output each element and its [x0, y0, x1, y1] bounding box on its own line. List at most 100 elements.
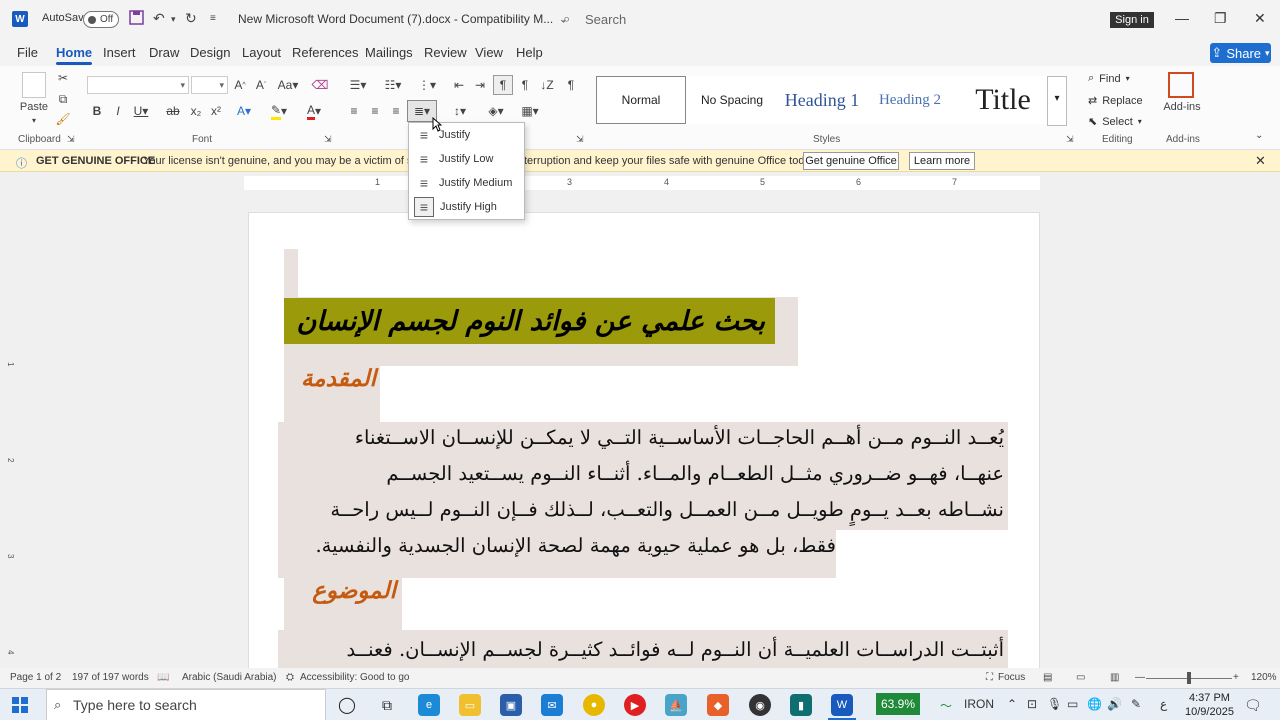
tab-insert[interactable]: Insert: [103, 45, 136, 60]
style-normal[interactable]: Normal: [596, 76, 686, 124]
word-count[interactable]: 197 of 197 words: [72, 672, 149, 683]
taskbar-search-input[interactable]: ⌕ Type here to search: [46, 689, 326, 720]
grow-font-icon[interactable]: A ^: [232, 76, 248, 94]
microphone-icon[interactable]: 🎙: [1047, 697, 1062, 711]
superscript-icon[interactable]: x²: [208, 102, 224, 120]
redo-icon[interactable]: ↻: [185, 10, 197, 27]
print-layout-icon[interactable]: ▭: [1076, 672, 1085, 683]
cortana-icon[interactable]: ◯: [336, 694, 358, 716]
line-spacing-icon[interactable]: ↕▾: [446, 102, 474, 120]
menu-item-justify-high[interactable]: ≡ Justify High: [409, 195, 526, 219]
paste-icon[interactable]: [22, 72, 46, 98]
learn-more-button[interactable]: Learn more: [909, 152, 975, 170]
style-title[interactable]: Title: [958, 76, 1048, 124]
youtube-icon[interactable]: ▶: [624, 694, 646, 716]
bold-icon[interactable]: B: [90, 102, 104, 120]
customize-qat-icon[interactable]: ≡: [210, 13, 216, 24]
app-icon[interactable]: ⛵: [665, 694, 687, 716]
tab-design[interactable]: Design: [190, 45, 230, 60]
store-icon[interactable]: ▣: [500, 694, 522, 716]
collapse-ribbon-icon[interactable]: ⌄: [1255, 130, 1263, 141]
font-launcher-icon[interactable]: ⇲: [324, 134, 332, 145]
underline-icon[interactable]: U▾: [131, 102, 151, 120]
ltr-direction-icon[interactable]: ¶: [516, 76, 534, 94]
find-button[interactable]: ⌕ Find ▾: [1088, 72, 1130, 85]
search-input[interactable]: ⌕ Search: [555, 5, 858, 33]
menu-item-justify-medium[interactable]: ≡ Justify Medium: [409, 171, 526, 195]
autosave-toggle[interactable]: Off: [83, 11, 119, 28]
intro-line[interactable]: عنهــا، فهــو ضــروري مثــل الطعــام وال…: [284, 456, 1004, 492]
save-icon[interactable]: [129, 10, 144, 25]
file-explorer-icon[interactable]: ▭: [459, 694, 481, 716]
notifications-icon[interactable]: 🗨: [1244, 697, 1262, 714]
align-left-icon[interactable]: ≡: [345, 102, 363, 120]
vertical-ruler[interactable]: 1 2 3 4: [5, 194, 15, 664]
copy-icon[interactable]: ⧉: [55, 91, 71, 107]
share-button[interactable]: ⇪ Share ▾: [1210, 43, 1271, 63]
decrease-indent-icon[interactable]: ⇤: [450, 76, 468, 94]
zoom-slider-thumb[interactable]: [1187, 672, 1191, 684]
select-button[interactable]: ⬉ Select ▾: [1088, 115, 1142, 129]
intro-line[interactable]: فقط، بل هو عملية حيوية مهمة لصحة الإنسان…: [284, 528, 836, 564]
tab-draw[interactable]: Draw: [149, 45, 179, 60]
zoom-level[interactable]: 120%: [1251, 672, 1277, 683]
paste-button[interactable]: Paste: [18, 100, 50, 114]
highlight-color-icon[interactable]: ✎ ▾: [265, 102, 293, 120]
tab-help[interactable]: Help: [516, 45, 543, 60]
restore-icon[interactable]: ❐: [1214, 10, 1227, 27]
system-clock[interactable]: 4:37 PM 10/9/2025: [1185, 691, 1234, 719]
font-name-combo[interactable]: ▾: [87, 76, 189, 94]
accessibility-icon[interactable]: ⛭: [286, 672, 294, 683]
font-size-combo[interactable]: ▾: [191, 76, 228, 94]
text-effects-icon[interactable]: A▾: [231, 102, 257, 120]
align-center-icon[interactable]: ≡: [366, 102, 384, 120]
word-taskbar-icon[interactable]: W: [831, 694, 853, 716]
focus-button[interactable]: Focus: [998, 672, 1025, 683]
zoom-in-icon[interactable]: +: [1233, 672, 1239, 683]
tab-layout[interactable]: Layout: [242, 45, 281, 60]
intro-line[interactable]: يُعــد النــوم مــن أهــم الحاجــات الأس…: [284, 420, 1004, 456]
show-marks-icon[interactable]: ¶: [562, 76, 580, 94]
paste-chevron-icon[interactable]: ▾: [28, 114, 40, 126]
tray-chevron-icon[interactable]: ⌃: [1007, 697, 1017, 711]
accessibility-status[interactable]: Accessibility: Good to go: [300, 672, 410, 683]
undo-dropdown-icon[interactable]: ▾: [171, 14, 176, 25]
cut-icon[interactable]: ✂: [55, 70, 71, 86]
numbering-icon[interactable]: ☷▾: [379, 76, 407, 94]
tab-mailings[interactable]: Mailings: [365, 45, 413, 60]
tab-home[interactable]: Home: [56, 45, 93, 65]
read-mode-icon[interactable]: ▤: [1043, 672, 1052, 683]
language-status[interactable]: Arabic (Saudi Arabia): [182, 672, 277, 683]
task-view-icon[interactable]: ⧉: [376, 694, 398, 716]
addins-icon[interactable]: [1168, 72, 1194, 98]
paragraph-launcher-icon[interactable]: ⇲: [576, 134, 584, 145]
input-language-icon[interactable]: ع: [1160, 697, 1167, 711]
intro-title[interactable]: المقدمة: [286, 366, 376, 400]
align-right-icon[interactable]: ≡: [387, 102, 405, 120]
subscript-icon[interactable]: x₂: [188, 102, 204, 120]
page-count[interactable]: Page 1 of 2: [10, 672, 61, 683]
clear-formatting-icon[interactable]: ⌫: [311, 76, 329, 94]
horizontal-ruler[interactable]: 1 2 3 4 5 6 7: [244, 176, 1040, 190]
italic-icon[interactable]: I: [111, 102, 125, 120]
styles-more-icon[interactable]: ▾: [1047, 76, 1067, 126]
get-genuine-office-button[interactable]: Get genuine Office: [803, 152, 899, 170]
tab-review[interactable]: Review: [424, 45, 467, 60]
windows-start-icon[interactable]: [12, 697, 28, 713]
topic-line[interactable]: أثبتــت الدراســات العلميــة أن النــوم …: [284, 632, 1004, 668]
tab-references[interactable]: References: [292, 45, 358, 60]
tab-file[interactable]: File: [17, 45, 38, 60]
pen-icon[interactable]: ✎: [1131, 697, 1141, 711]
document-title[interactable]: New Microsoft Word Document (7).docx - C…: [238, 12, 567, 26]
multilevel-list-icon[interactable]: ⋮▾: [413, 76, 441, 94]
shading-icon[interactable]: ◈▾: [482, 102, 510, 120]
zoom-out-icon[interactable]: —: [1135, 672, 1145, 683]
app-icon[interactable]: ◉: [749, 694, 771, 716]
iron-icon[interactable]: 〜: [940, 697, 952, 714]
style-heading-1[interactable]: Heading 1: [778, 76, 866, 124]
proofing-icon[interactable]: 📖: [157, 672, 169, 683]
menu-item-justify[interactable]: ≡ Justify: [409, 123, 526, 147]
chrome-icon[interactable]: ●: [583, 694, 605, 716]
style-no-spacing[interactable]: No Spacing: [688, 76, 776, 124]
volume-icon[interactable]: 🔊: [1107, 697, 1122, 711]
